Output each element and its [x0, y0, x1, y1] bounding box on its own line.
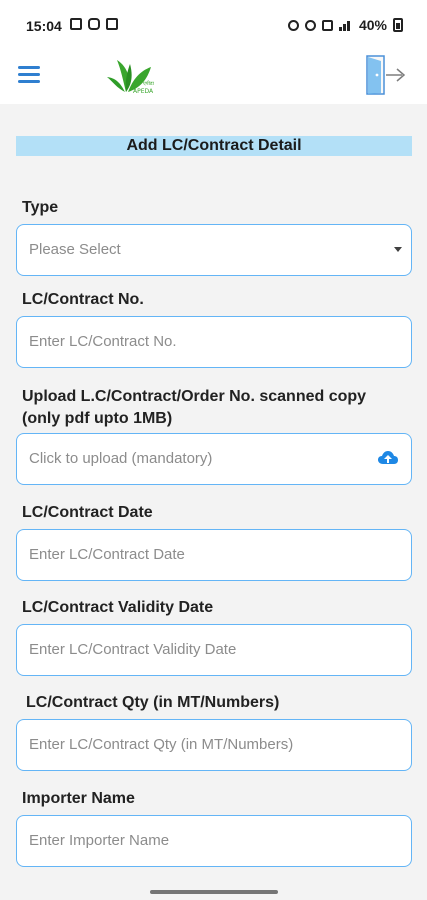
- upload-placeholder: Click to upload (mandatory): [29, 450, 213, 467]
- contract-number-input[interactable]: Enter LC/Contract No.: [16, 316, 412, 368]
- type-selected-value: Please Select: [29, 241, 121, 258]
- upload-label-line-2: (only pdf upto 1MB): [22, 410, 173, 427]
- chevron-down-icon: [394, 247, 402, 252]
- app-header: एपीडा APEDA: [0, 52, 427, 104]
- contract-number-label: LC/Contract No.: [22, 291, 144, 308]
- type-label: Type: [22, 199, 59, 216]
- contract-date-input[interactable]: Enter LC/Contract Date: [16, 529, 412, 581]
- clock-icon: [304, 19, 316, 31]
- signal-icon: [338, 19, 353, 31]
- form-content: Add LC/Contract Detail Type Please Selec…: [0, 104, 427, 900]
- upload-field[interactable]: Click to upload (mandatory): [16, 433, 412, 485]
- logo-native-text: एपीडा: [143, 80, 155, 87]
- quantity-input[interactable]: Enter LC/Contract Qty (in MT/Numbers): [16, 719, 412, 771]
- status-time: 15:04: [26, 18, 62, 34]
- instagram-icon: [88, 18, 100, 30]
- form-title: Add LC/Contract Detail: [16, 136, 412, 156]
- upload-label-line-1: Upload L.C/Contract/Order No. scanned co…: [22, 388, 367, 405]
- apeda-logo: एपीडा APEDA: [107, 60, 155, 95]
- type-select[interactable]: Please Select: [16, 224, 412, 276]
- logout-icon[interactable]: [363, 53, 411, 99]
- importer-name-label: Importer Name: [22, 790, 135, 807]
- gallery-icon: [70, 18, 82, 30]
- app-notification-icon: [106, 18, 118, 30]
- contract-date-label: LC/Contract Date: [22, 504, 153, 521]
- quantity-label: LC/Contract Qty (in MT/Numbers): [26, 694, 280, 711]
- validity-date-input[interactable]: Enter LC/Contract Validity Date: [16, 624, 412, 676]
- logo-text: APEDA: [133, 88, 154, 95]
- validity-date-label: LC/Contract Validity Date: [22, 599, 214, 616]
- navigation-handle[interactable]: [150, 890, 278, 894]
- menu-icon[interactable]: [18, 66, 40, 84]
- battery-icon: [393, 18, 403, 32]
- vibrate-icon: [321, 19, 333, 31]
- status-system-icons: 40%: [287, 17, 403, 33]
- status-bar: 15:04 40%: [0, 0, 427, 52]
- cloud-upload-icon[interactable]: [377, 449, 399, 469]
- battery-percent: 40%: [358, 17, 387, 33]
- status-notifications: [70, 18, 118, 30]
- alarm-icon: [287, 19, 299, 31]
- importer-name-input[interactable]: Enter Importer Name: [16, 815, 412, 867]
